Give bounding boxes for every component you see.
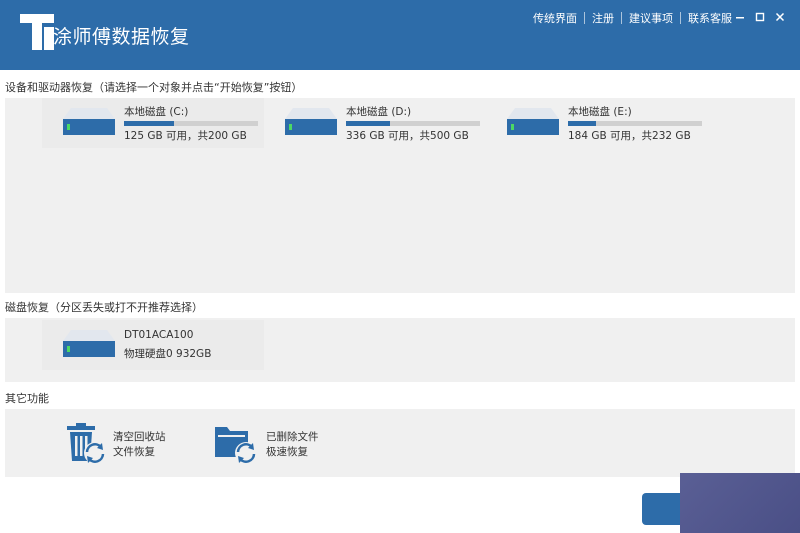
close-button[interactable] [770, 9, 790, 25]
drive-usage-fill [124, 121, 175, 126]
menu-divider [621, 12, 622, 24]
functions-panel: 清空回收站 文件恢复 已删除文件 极速恢复 [5, 409, 795, 477]
drive-space-info: 336 GB 可用，共500 GB [346, 130, 469, 142]
hard-disk-icon [507, 108, 559, 135]
recycle-bin-restore-button[interactable]: 清空回收站 文件恢复 [63, 421, 183, 467]
corner-overlay [680, 473, 800, 533]
drive-space-info: 125 GB 可用，共200 GB [124, 130, 247, 142]
drive-space-info: 184 GB 可用，共232 GB [568, 130, 691, 142]
app-title: 涂师傅数据恢复 [53, 26, 190, 48]
drive-name: 本地磁盘 (C:) [124, 106, 189, 118]
deleted-files-restore-button[interactable]: 已删除文件 极速恢复 [212, 421, 332, 467]
physical-disk-name: DT01ACA100 [124, 329, 194, 341]
drive-card-c[interactable]: 本地磁盘 (C:) 125 GB 可用，共200 GB [42, 98, 264, 148]
window-controls [730, 9, 790, 25]
maximize-icon [755, 12, 765, 22]
disks-section-label: 磁盘恢复（分区丢失或打不开推荐选择） [5, 301, 203, 314]
physical-disk-card[interactable]: DT01ACA100 物理硬盘0 932GB [42, 320, 264, 370]
menu-divider [584, 12, 585, 24]
other-section-label: 其它功能 [5, 392, 49, 405]
physical-disk-info: 物理硬盘0 932GB [124, 348, 212, 360]
minimize-button[interactable] [730, 9, 750, 25]
disks-panel: DT01ACA100 物理硬盘0 932GB [5, 318, 795, 382]
function-subtitle: 极速恢复 [266, 446, 308, 458]
maximize-button[interactable] [750, 9, 770, 25]
menu-divider [680, 12, 681, 24]
drive-card-d[interactable]: 本地磁盘 (D:) 336 GB 可用，共500 GB [264, 98, 486, 148]
drive-name: 本地磁盘 (D:) [346, 106, 412, 118]
folder-restore-icon [215, 427, 257, 464]
hard-disk-icon [63, 330, 115, 357]
minimize-icon [736, 17, 744, 19]
drive-usage-bar [346, 121, 480, 126]
register-link[interactable]: 注册 [592, 10, 614, 26]
classic-ui-link[interactable]: 传统界面 [533, 10, 577, 26]
close-icon [775, 12, 785, 22]
drives-section-label: 设备和驱动器恢复（请选择一个对象并点击“开始恢复”按钮） [5, 81, 303, 94]
drive-usage-bar [124, 121, 258, 126]
contact-support-link[interactable]: 联系客服 [688, 10, 732, 26]
drive-name: 本地磁盘 (E:) [568, 106, 632, 118]
drive-card-e[interactable]: 本地磁盘 (E:) 184 GB 可用，共232 GB [486, 98, 708, 148]
drives-panel: 本地磁盘 (C:) 125 GB 可用，共200 GB 本地磁盘 (D:) 33… [5, 98, 795, 293]
function-title: 清空回收站 [113, 431, 166, 443]
title-bar: 涂师傅数据恢复 传统界面 注册 建议事项 联系客服 [0, 0, 800, 70]
hard-disk-icon [285, 108, 337, 135]
drive-usage-fill [346, 121, 390, 126]
function-title: 已删除文件 [266, 431, 319, 443]
app-logo [20, 14, 54, 50]
drive-usage-fill [568, 121, 596, 126]
top-menu: 传统界面 注册 建议事项 联系客服 [533, 10, 732, 26]
function-subtitle: 文件恢复 [113, 446, 155, 458]
drive-usage-bar [568, 121, 702, 126]
recycle-bin-restore-icon [67, 423, 106, 464]
suggestions-link[interactable]: 建议事项 [629, 10, 673, 26]
hard-disk-icon [63, 108, 115, 135]
